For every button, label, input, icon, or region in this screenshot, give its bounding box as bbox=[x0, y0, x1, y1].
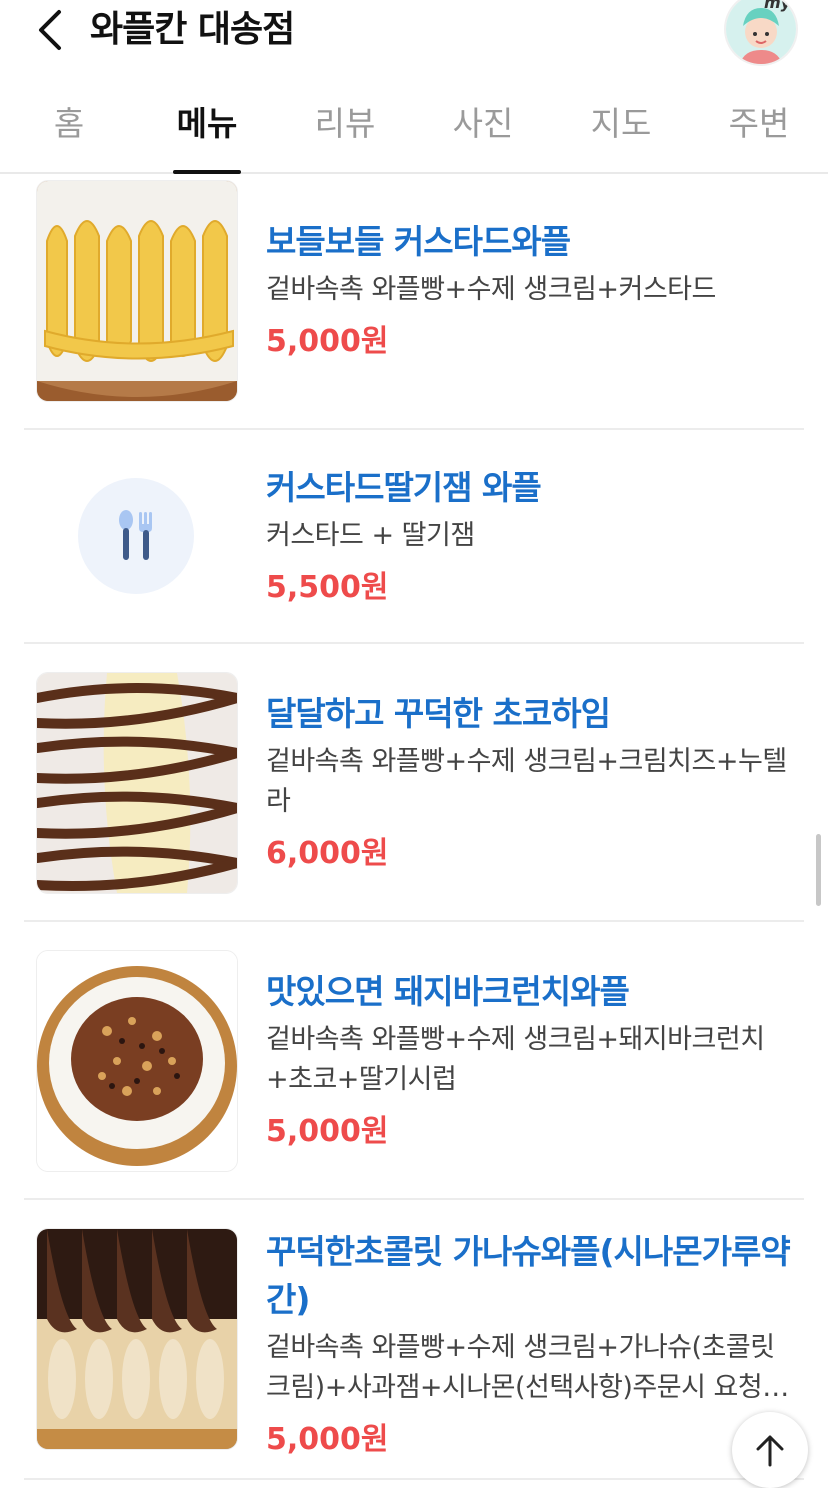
menu-item-info: 맛있으면 돼지바크런치와플 겉바속촉 와플빵+수제 생크림+돼지바크런치+초코+… bbox=[266, 968, 796, 1154]
menu-item-price: 5,000원 bbox=[266, 1422, 389, 1457]
tab-label: 메뉴 bbox=[176, 104, 238, 143]
tab-bar: 홈 메뉴 리뷰 사진 지도 주변 bbox=[0, 92, 828, 174]
scroll-to-top-button[interactable] bbox=[732, 1412, 808, 1488]
menu-item-description: 겉바속촉 와플빵+수제 생크림+커스타드 bbox=[266, 274, 716, 305]
profile-badge-text: my bbox=[764, 0, 792, 12]
tab-reviews[interactable]: 리뷰 bbox=[276, 92, 414, 172]
tab-label: 홈 bbox=[53, 104, 85, 143]
tab-home[interactable]: 홈 bbox=[0, 92, 138, 172]
menu-item-name: 보들보들 커스타드와플 bbox=[266, 222, 571, 261]
menu-item-name: 꾸덕한초콜릿 가나슈와플(시나몬가루약간) bbox=[266, 1232, 791, 1319]
choco-waffle-photo bbox=[37, 673, 237, 893]
menu-item-info: 달달하고 꾸덕한 초코하임 겉바속촉 와플빵+수제 생크림+크림치즈+누텔라 6… bbox=[266, 690, 796, 876]
utensils-icon bbox=[119, 510, 152, 560]
menu-item-image bbox=[36, 1228, 238, 1450]
menu-item-image bbox=[36, 180, 238, 402]
chevron-left-icon bbox=[39, 10, 61, 50]
active-tab-indicator bbox=[173, 170, 241, 174]
menu-item[interactable]: 커스타드딸기잼 와플 커스타드 + 딸기잼 5,500원 bbox=[24, 430, 804, 644]
menu-item-info: 꾸덕한초콜릿 가나슈와플(시나몬가루약간) 겉바속촉 와플빵+수제 생크림+가나… bbox=[266, 1228, 796, 1462]
ganache-waffle-photo bbox=[37, 1229, 237, 1449]
menu-item-name: 달달하고 꾸덕한 초코하임 bbox=[266, 694, 611, 733]
menu-item-description: 커스타드 + 딸기잼 bbox=[266, 520, 475, 551]
custard-waffle-photo bbox=[37, 181, 237, 401]
tab-label: 지도 bbox=[590, 104, 652, 143]
tab-menu[interactable]: 메뉴 bbox=[138, 92, 276, 174]
avatar: my bbox=[726, 0, 796, 64]
menu-item-price: 5,000원 bbox=[266, 1114, 389, 1149]
menu-item[interactable]: 맛있으면 돼지바크런치와플 겉바속촉 와플빵+수제 생크림+돼지바크런치+초코+… bbox=[24, 922, 804, 1200]
menu-item-name: 맛있으면 돼지바크런치와플 bbox=[266, 972, 630, 1011]
menu-item-image bbox=[36, 672, 238, 894]
app-header: 와플칸 대송점 my 홈 메뉴 리뷰 사진 지도 주변 bbox=[0, 0, 828, 174]
tab-label: 사진 bbox=[452, 104, 514, 143]
menu-item-description: 겉바속촉 와플빵+수제 생크림+가나슈(초콜릿크림)+사과잼+시나몬(선택사항)… bbox=[266, 1332, 789, 1403]
menu-item-description: 겉바속촉 와플빵+수제 생크림+돼지바크런치+초코+딸기시럽 bbox=[266, 1024, 765, 1095]
crunch-waffle-photo bbox=[37, 951, 237, 1171]
page-title: 와플칸 대송점 bbox=[90, 9, 295, 50]
menu-item-image-placeholder bbox=[78, 478, 194, 594]
back-button[interactable] bbox=[26, 6, 74, 54]
tab-photos[interactable]: 사진 bbox=[414, 92, 552, 172]
menu-item-description: 겉바속촉 와플빵+수제 생크림+크림치즈+누텔라 bbox=[266, 746, 787, 817]
tab-label: 리뷰 bbox=[314, 104, 376, 143]
menu-item-image bbox=[36, 950, 238, 1172]
arrow-up-icon bbox=[756, 1435, 784, 1467]
menu-item-info: 보들보들 커스타드와플 겉바속촉 와플빵+수제 생크림+커스타드 5,000원 bbox=[266, 218, 796, 364]
tab-nearby[interactable]: 주변 bbox=[690, 92, 828, 172]
tab-label: 주변 bbox=[728, 104, 790, 143]
menu-item-price: 6,000원 bbox=[266, 836, 389, 871]
menu-item-info: 커스타드딸기잼 와플 커스타드 + 딸기잼 5,500원 bbox=[266, 464, 796, 610]
menu-item[interactable]: 달달하고 꾸덕한 초코하임 겉바속촉 와플빵+수제 생크림+크림치즈+누텔라 6… bbox=[24, 644, 804, 922]
tab-map[interactable]: 지도 bbox=[552, 92, 690, 172]
menu-item[interactable]: 보들보들 커스타드와플 겉바속촉 와플빵+수제 생크림+커스타드 5,000원 bbox=[24, 150, 804, 430]
scrollbar[interactable] bbox=[816, 834, 821, 906]
menu-item-price: 5,000원 bbox=[266, 324, 389, 359]
menu-item-name: 커스타드딸기잼 와플 bbox=[266, 468, 542, 507]
menu-item[interactable]: 꾸덕한초콜릿 가나슈와플(시나몬가루약간) 겉바속촉 와플빵+수제 생크림+가나… bbox=[24, 1200, 804, 1480]
menu-item-price: 5,500원 bbox=[266, 570, 389, 605]
my-profile-button[interactable]: my bbox=[726, 0, 796, 64]
